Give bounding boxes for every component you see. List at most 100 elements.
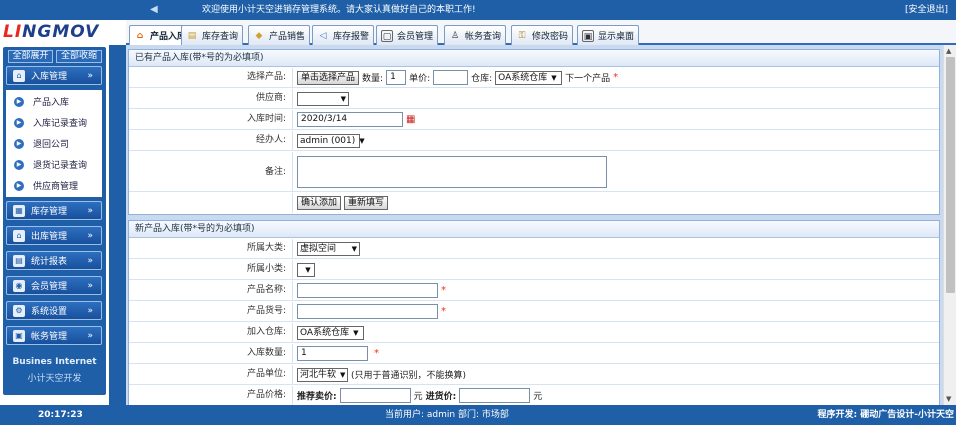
handler-select[interactable]: admin (001) ▼ xyxy=(297,133,365,148)
subcategory-select[interactable]: ▼ xyxy=(297,262,315,277)
settings-icon: ⚙ xyxy=(13,304,25,317)
top-bar: ◀ 欢迎使用小计天空进销存管理系统。请大家认真做好自己的本职工作! [安全退出] xyxy=(0,0,956,20)
tab-inventory-query[interactable]: ▤ 库存查询 xyxy=(181,25,244,45)
date-input[interactable]: 2020/3/14 xyxy=(297,112,403,127)
currency-unit: 元 xyxy=(413,392,423,402)
sidebar-item-supplier-management[interactable]: ▶ 供应商管理 xyxy=(6,175,102,196)
chevron-double-icon: » xyxy=(87,230,93,241)
tab-inventory-alarm[interactable]: ◁ 库存报警 xyxy=(312,25,375,45)
inbound-qty-input[interactable]: 1 xyxy=(297,346,368,361)
outbound-icon: ⌂ xyxy=(13,229,25,242)
sale-price-input[interactable] xyxy=(339,388,411,403)
clock: 20:17:23 xyxy=(38,410,83,420)
bullet-arrow-icon: ▶ xyxy=(14,180,24,191)
sidebar-item-return-records[interactable]: ▶ 退货记录查询 xyxy=(6,154,102,175)
key-icon: ⚿ xyxy=(518,30,526,41)
sidebar-item-return-company[interactable]: ▶ 退回公司 xyxy=(6,133,102,154)
chevron-down-icon: ▼ xyxy=(359,136,365,145)
logout-link[interactable]: [安全退出] xyxy=(905,4,948,16)
tab-account-query[interactable]: ♙ 帐务查询 xyxy=(444,25,507,45)
select-value: OA系统仓库 xyxy=(300,327,350,338)
collapse-all-button[interactable]: 全部收缩 xyxy=(56,50,102,63)
form-row-qty: 入库数量: 1 * xyxy=(129,344,939,364)
chevron-down-icon: ▼ xyxy=(340,94,346,103)
item-label: 入库记录查询 xyxy=(33,119,88,129)
tab-product-sales[interactable]: ◆ 产品销售 xyxy=(248,25,311,45)
sidebar-group-members[interactable]: ◉ 会员管理 » xyxy=(6,276,102,295)
reset-button[interactable]: 重新填写 xyxy=(344,196,389,210)
scroll-down-icon[interactable]: ▼ xyxy=(946,395,951,403)
supplier-select[interactable]: ▼ xyxy=(297,91,349,106)
select-value: admin (001) xyxy=(300,135,356,146)
speaker-icon: ◁ xyxy=(319,30,327,41)
chevron-down-icon: ▼ xyxy=(353,328,359,337)
sidebar-group-settings[interactable]: ⚙ 系统设置 » xyxy=(6,301,102,320)
group-label: 会员管理 xyxy=(31,282,68,292)
sidebar-group-inbound[interactable]: ⌂ 入库管理 » xyxy=(6,66,102,85)
group-label: 统计报表 xyxy=(31,257,68,267)
chevron-down-icon: ▼ xyxy=(551,73,557,82)
select-product-button[interactable]: 单击选择产品 xyxy=(297,70,360,85)
next-product-link[interactable]: 下一个产品 xyxy=(565,71,610,84)
form-row-select-product: 选择产品: 单击选择产品 数量: 1 单价: 仓库: OA系统仓库 ▼ 下一个产品… xyxy=(129,68,939,88)
confirm-add-button[interactable]: 确认添加 xyxy=(297,196,342,210)
form-row-name: 产品名称: * xyxy=(129,281,939,301)
select-value: OA系统仓库 xyxy=(498,72,548,83)
welcome-message: 欢迎使用小计天空进销存管理系统。请大家认真做好自己的本职工作! xyxy=(202,5,476,15)
field-label: 供应商: xyxy=(129,89,293,108)
required-mark: * xyxy=(441,306,446,317)
vertical-scrollbar[interactable]: ▲ ▼ xyxy=(943,45,956,405)
chevron-down-icon: ▼ xyxy=(305,265,311,274)
product-code-input[interactable] xyxy=(297,304,438,319)
add-warehouse-select[interactable]: OA系统仓库 ▼ xyxy=(297,325,364,340)
tab-show-desktop[interactable]: ▣ 显示桌面 xyxy=(577,25,640,45)
category-select[interactable]: 虚拟空间 ▼ xyxy=(297,241,360,256)
currency-unit: 元 xyxy=(533,392,543,402)
form-row-unit: 产品单位: 河北牛软 ▼ (只用于普通识别，不能换算) xyxy=(129,365,939,385)
chevron-double-icon: » xyxy=(87,330,93,341)
expand-all-button[interactable]: 全部展开 xyxy=(8,50,53,63)
bullet-arrow-icon: ▶ xyxy=(14,159,24,170)
form-row-supplier: 供应商: ▼ xyxy=(129,89,939,109)
price-input[interactable] xyxy=(433,70,469,85)
tag-icon: ◆ xyxy=(255,30,263,41)
field-label: 选择产品: xyxy=(129,68,293,87)
field-label: 产品单位: xyxy=(129,365,293,384)
group-label: 入库管理 xyxy=(31,72,68,82)
buy-price-input[interactable] xyxy=(459,388,531,403)
logo: LINGMOV xyxy=(3,21,123,43)
house-icon: ⌂ xyxy=(136,30,144,41)
scrollbar-thumb[interactable] xyxy=(946,57,955,293)
sidebar-group-outbound[interactable]: ⌂ 出库管理 » xyxy=(6,226,102,245)
unit-select[interactable]: 河北牛软 ▼ xyxy=(297,367,348,382)
tab-member-management[interactable]: ▢ 会员管理 xyxy=(376,25,439,45)
scroll-up-icon[interactable]: ▲ xyxy=(946,47,951,55)
qty-input[interactable]: 1 xyxy=(386,70,407,85)
book-icon: ▤ xyxy=(187,30,197,41)
member-icon: ◉ xyxy=(13,279,25,292)
sidebar-splitter[interactable] xyxy=(109,45,126,405)
product-name-input[interactable] xyxy=(297,283,438,298)
form-row-category: 所属大类: 虚拟空间 ▼ xyxy=(129,239,939,259)
form-row-handler: 经办人: admin (001) ▼ xyxy=(129,131,939,151)
sidebar-group-inventory[interactable]: ▦ 库存管理 » xyxy=(6,201,102,220)
warehouse-label: 仓库: xyxy=(471,74,493,84)
calendar-icon[interactable]: ▦ xyxy=(406,114,415,125)
field-label: 加入仓库: xyxy=(129,323,293,342)
group-label: 帐务管理 xyxy=(31,332,68,342)
note-textarea[interactable] xyxy=(297,155,607,188)
developer-credit: 程序开发: 硼动广告设计-小计天空 xyxy=(817,410,954,420)
bullet-arrow-icon: ▶ xyxy=(14,96,24,107)
tab-change-password[interactable]: ⚿ 修改密码 xyxy=(511,25,574,45)
chevron-double-icon: » xyxy=(87,280,93,291)
brand-line-2: 小计天空开发 xyxy=(27,374,82,384)
group-label: 系统设置 xyxy=(31,307,68,317)
sidebar-group-reports[interactable]: ▤ 统计报表 » xyxy=(6,251,102,270)
sidebar-group-accounts[interactable]: ▣ 帐务管理 » xyxy=(6,326,102,345)
warehouse-select[interactable]: OA系统仓库 ▼ xyxy=(495,70,563,85)
required-mark: * xyxy=(441,285,446,296)
sidebar: 全部展开 全部收缩 ⌂ 入库管理 » ▶ 产品入库 ▶ 入库记录查询 ▶ 退回公… xyxy=(0,45,109,405)
sidebar-item-inbound-records[interactable]: ▶ 入库记录查询 xyxy=(6,112,102,133)
collapse-arrow-icon[interactable]: ◀ xyxy=(150,4,162,16)
sidebar-item-product-inbound[interactable]: ▶ 产品入库 xyxy=(6,91,102,112)
